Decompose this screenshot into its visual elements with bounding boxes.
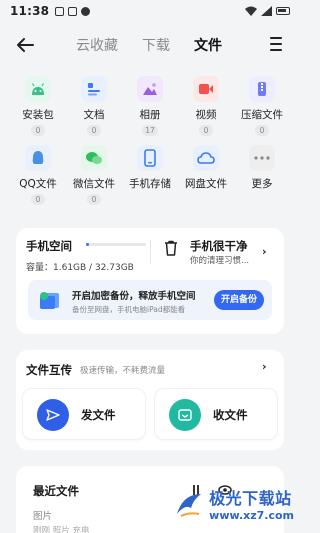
category-wechat-files[interactable]: 微信文件 0 — [66, 145, 122, 205]
archive-icon — [249, 76, 275, 102]
backup-subtitle: 备份至网盘，手机电脑iPad都能看 — [72, 305, 186, 314]
status-time: 11:38 — [10, 4, 50, 18]
storage-card: 手机空间 容量：1.61GB / 32.73GB 手机很干净 你的清理习惯...… — [16, 228, 284, 334]
category-phone-storage[interactable]: 手机存储 — [122, 145, 178, 205]
inbox-icon — [169, 399, 201, 431]
backup-title: 开启加密备份，释放手机空间 — [72, 291, 196, 302]
trash-icon — [165, 240, 177, 256]
back-arrow-icon[interactable] — [14, 34, 36, 56]
battery-icon — [276, 7, 290, 15]
header: 云收藏 下载 文件 — [0, 28, 300, 62]
storage-progress-bar — [86, 243, 146, 246]
count-badge: 0 — [199, 125, 213, 136]
divider — [150, 240, 151, 264]
category-label: 相册 — [139, 109, 161, 121]
category-label: 文档 — [83, 109, 105, 121]
clean-title[interactable]: 手机很干净 — [190, 238, 248, 254]
transfer-title: 文件互传 — [26, 363, 72, 377]
category-label: 安装包 — [22, 109, 54, 121]
category-label: 视频 — [195, 109, 217, 121]
count-badge: 0 — [31, 125, 45, 136]
qq-icon — [25, 145, 51, 171]
count-badge: 0 — [87, 125, 101, 136]
category-cloud-files[interactable]: 网盘文件 — [178, 145, 234, 205]
tab-downloads[interactable]: 下载 — [142, 35, 170, 55]
category-label: 手机存储 — [129, 178, 171, 190]
android-icon — [25, 76, 51, 102]
receive-file-button[interactable]: 收文件 — [154, 388, 278, 440]
count-badge: 0 — [31, 194, 45, 205]
image-icon — [137, 76, 163, 102]
category-label: 压缩文件 — [241, 109, 283, 121]
watermark-url: www.xz7.com — [209, 509, 294, 522]
category-apk[interactable]: 安装包 0 — [10, 76, 66, 136]
category-label: 网盘文件 — [185, 178, 227, 190]
count-badge: 0 — [255, 125, 269, 136]
backup-banner[interactable]: 开启加密备份，释放手机空间 备份至网盘，手机电脑iPad都能看 开启备份 — [28, 280, 272, 320]
category-grid: 安装包 0 文档 0 相册 17 视频 0 压缩文件 0 QQ文件 0 微信文件… — [10, 76, 290, 205]
category-documents[interactable]: 文档 0 — [66, 76, 122, 136]
phone-space-title: 手机空间 — [26, 239, 72, 253]
enable-backup-button[interactable]: 开启备份 — [213, 290, 264, 310]
watermark-title: 极光下载站 — [209, 489, 292, 508]
category-videos[interactable]: 视频 0 — [178, 76, 234, 136]
wechat-icon — [81, 145, 107, 171]
signal-icon — [261, 6, 272, 16]
cloud-icon — [193, 145, 219, 171]
send-file-button[interactable]: 发文件 — [22, 388, 146, 440]
watermark: 极光下载站 www.xz7.com — [173, 485, 294, 522]
recent-meta: 刚刚 照片 充电 — [33, 526, 90, 533]
storage-progress-fill — [86, 243, 89, 246]
document-icon — [81, 76, 107, 102]
tab-files[interactable]: 文件 — [194, 35, 222, 55]
tab-cloud-favorites[interactable]: 云收藏 — [76, 35, 118, 55]
notification-dot-icon — [81, 6, 91, 16]
phone-space[interactable]: 手机空间 容量：1.61GB / 32.73GB — [26, 238, 146, 273]
notification-icons — [55, 6, 91, 16]
notification-square-icon-2 — [68, 6, 78, 16]
tab-bar: 云收藏 下载 文件 — [76, 35, 222, 55]
chevron-right-icon[interactable]: › — [262, 360, 267, 373]
more-icon — [249, 145, 275, 171]
transfer-subtitle: 极速传输，不耗费流量 — [80, 366, 166, 376]
recent-files-title: 最近文件 — [33, 484, 79, 498]
category-archives[interactable]: 压缩文件 0 — [234, 76, 290, 136]
category-photos[interactable]: 相册 17 — [122, 76, 178, 136]
category-label: 更多 — [251, 178, 273, 190]
phone-icon — [137, 145, 163, 171]
file-transfer-card: 文件互传 极速传输，不耗费流量 › 发文件 收文件 — [16, 350, 284, 450]
video-icon — [193, 76, 219, 102]
send-file-label: 发文件 — [81, 408, 116, 422]
category-label: QQ文件 — [19, 178, 57, 190]
clean-subtitle: 你的清理习惯... — [190, 256, 250, 266]
count-badge: 17 — [142, 125, 158, 136]
count-badge: 0 — [87, 194, 101, 205]
wifi-icon — [245, 6, 257, 16]
storage-capacity: 容量：1.61GB / 32.73GB — [26, 263, 134, 273]
status-bar: 11:38 — [0, 0, 300, 22]
watermark-logo-icon — [177, 493, 202, 517]
category-qq-files[interactable]: QQ文件 0 — [10, 145, 66, 205]
category-more[interactable]: 更多 — [234, 145, 290, 205]
menu-icon[interactable] — [270, 37, 282, 51]
category-label: 微信文件 — [73, 178, 115, 190]
notification-square-icon — [55, 6, 65, 16]
send-icon — [37, 399, 69, 431]
receive-file-label: 收文件 — [213, 408, 248, 422]
backup-folder-icon — [40, 292, 59, 309]
chevron-right-icon[interactable]: › — [262, 245, 267, 258]
recent-category: 图片 — [33, 511, 53, 522]
